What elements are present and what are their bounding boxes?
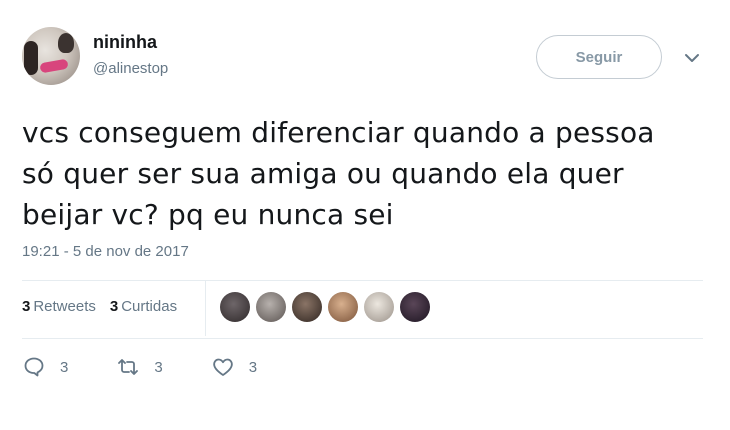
liker-avatar[interactable] — [256, 292, 286, 322]
reply-action[interactable]: 3 — [22, 355, 68, 379]
divider — [22, 338, 703, 339]
tweet-line: beijar vc? pq eu nunca sei — [22, 198, 394, 231]
tweet-stats: 3 Retweets 3 Curtidas — [22, 298, 177, 315]
avatar-ear — [58, 33, 74, 53]
reply-count: 3 — [60, 358, 69, 376]
like-action[interactable]: 3 — [211, 355, 257, 379]
tweet-line: vcs conseguem diferenciar quando a pesso… — [22, 116, 655, 149]
likers-avatars — [220, 292, 430, 322]
retweets-stat[interactable]: 3 Retweets — [22, 298, 96, 315]
liker-avatar[interactable] — [364, 292, 394, 322]
likes-stat[interactable]: 3 Curtidas — [110, 298, 177, 315]
retweet-action[interactable]: 3 — [116, 355, 163, 379]
tweet-line: só quer ser sua amiga ou quando ela quer — [22, 157, 624, 190]
avatar[interactable] — [22, 27, 80, 85]
follow-button[interactable]: Seguir — [536, 35, 662, 79]
likes-count: 3 — [109, 298, 119, 315]
display-name[interactable]: nininha — [93, 32, 157, 53]
stats-separator — [205, 281, 206, 336]
tweet-timestamp[interactable]: 19:21 - 5 de nov de 2017 — [22, 243, 189, 260]
liker-avatar[interactable] — [220, 292, 250, 322]
likes-label: Curtidas — [121, 298, 178, 315]
user-handle[interactable]: @alinestop — [93, 60, 168, 77]
retweet-count: 3 — [154, 358, 163, 376]
reply-icon[interactable] — [22, 355, 46, 379]
avatar-shadow — [24, 41, 38, 75]
liker-avatar[interactable] — [292, 292, 322, 322]
divider — [22, 280, 703, 281]
tweet-actions: 3 3 3 — [22, 355, 305, 379]
liker-avatar[interactable] — [328, 292, 358, 322]
retweet-icon[interactable] — [116, 355, 140, 379]
liker-avatar[interactable] — [400, 292, 430, 322]
chevron-down-icon[interactable] — [682, 50, 702, 66]
tweet-text: vcs conseguem diferenciar quando a pesso… — [22, 112, 712, 235]
retweets-label: Retweets — [33, 298, 96, 315]
like-count: 3 — [248, 358, 258, 376]
avatar-collar — [39, 58, 69, 74]
heart-icon[interactable] — [211, 355, 235, 379]
retweets-count: 3 — [22, 298, 31, 315]
